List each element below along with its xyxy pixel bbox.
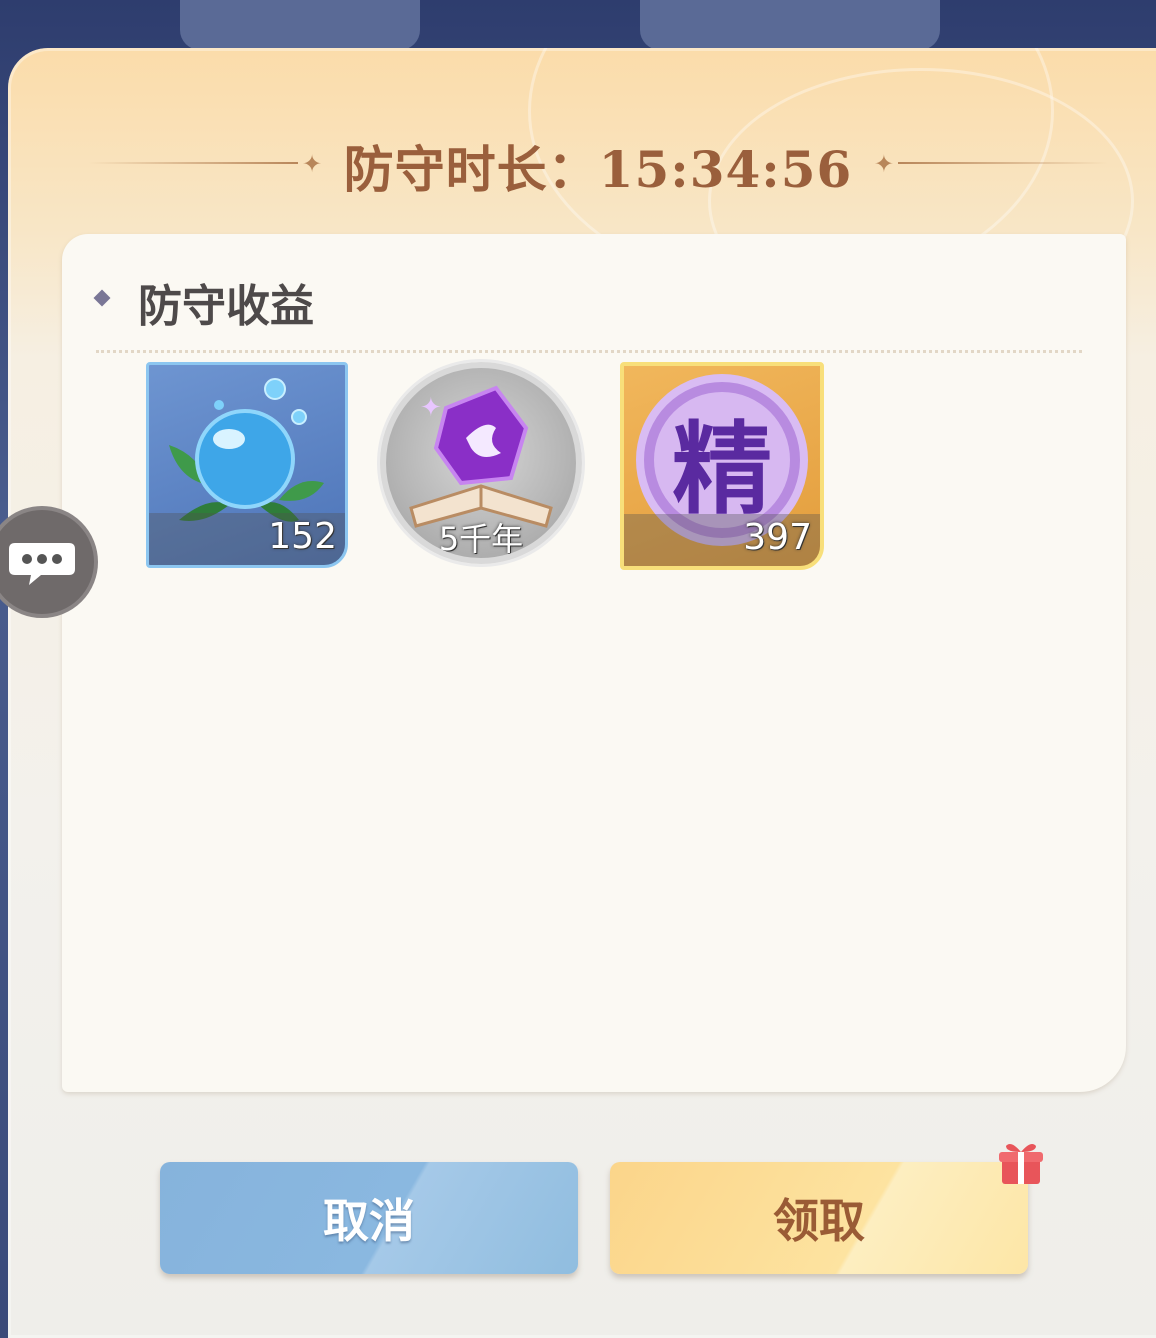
star-ornament-icon: ✦ [873,150,894,178]
item-frame-gray: ✦ 5千年 [380,362,582,564]
background-building [180,0,420,50]
chat-bubble-icon [9,543,75,585]
dotted-divider [96,350,1082,353]
svg-text:✦: ✦ [420,393,442,423]
gift-icon [999,1144,1043,1184]
cancel-button[interactable]: 取消 [160,1162,578,1274]
reward-item[interactable]: ✦ 5千年 [380,362,582,568]
item-frame-blue: 152 [146,362,348,568]
reward-item[interactable]: 精 397 [620,362,824,570]
item-count: 397 [743,517,812,558]
title-divider-right [898,162,1108,164]
diamond-bullet-icon [93,289,111,307]
section-title: 防守收益 [138,281,314,332]
reward-item[interactable]: 152 [146,362,348,568]
rewards-panel: 防守收益 152 ✦ 5千年 精 397 [62,234,1126,1092]
claim-button[interactable]: 领取 [610,1162,1028,1274]
defense-duration-title: 防守时长：15:34:56 [343,140,853,199]
item-frame-gold: 精 397 [620,362,824,570]
background-building [640,0,940,50]
item-count: 152 [268,516,337,557]
jing-glyph: 精 [672,410,772,528]
item-count: 5千年 [438,520,524,558]
title-row: ✦ 防守时长：15:34:56 ✦ [88,130,1108,200]
